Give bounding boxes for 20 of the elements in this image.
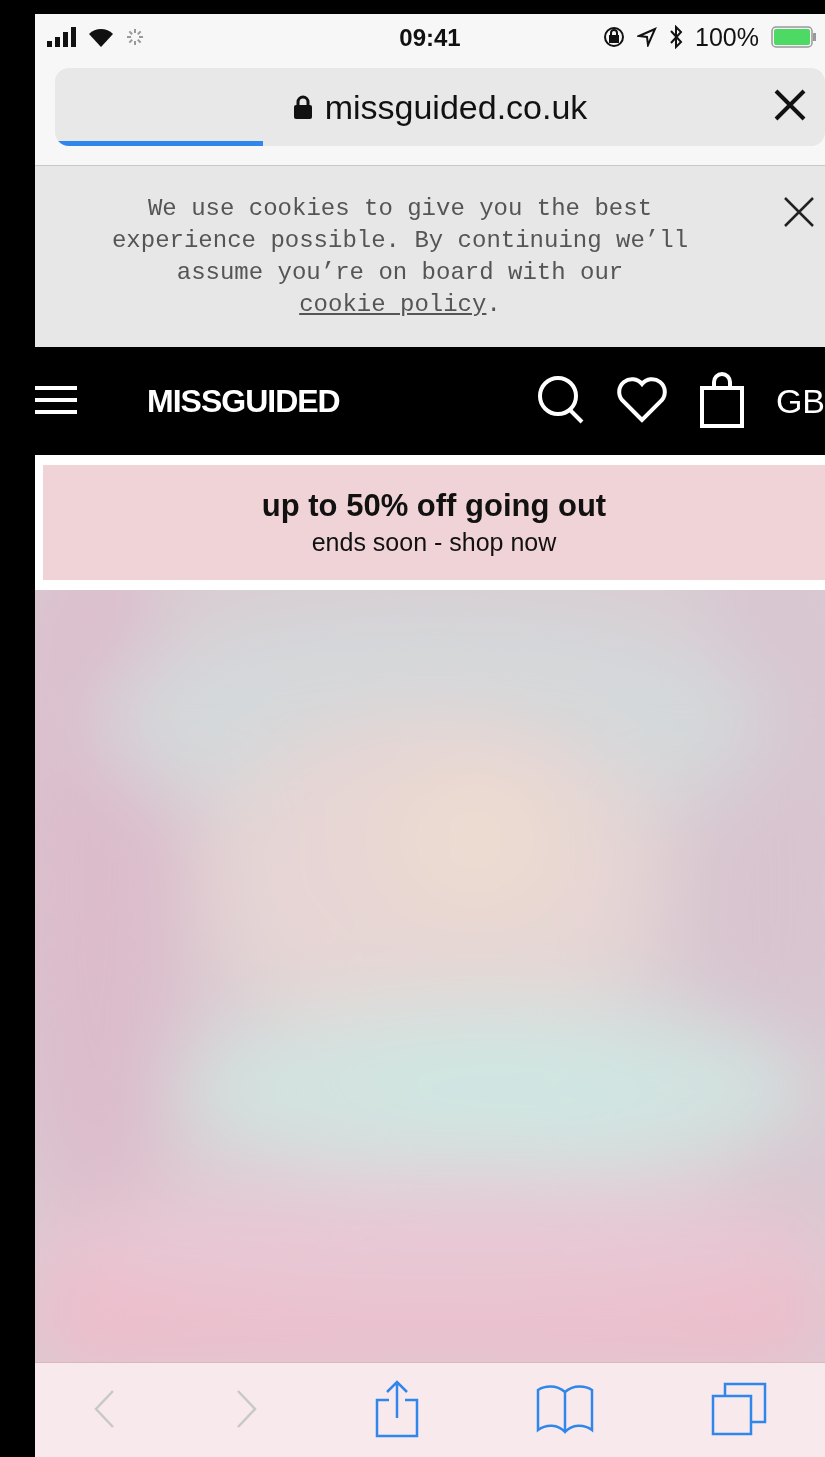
location-icon: [637, 27, 658, 47]
loading-spinner-icon: [125, 27, 145, 47]
promo-subtitle: ends soon - shop now: [311, 528, 557, 557]
battery-icon: [771, 26, 817, 48]
shopping-bag-button[interactable]: [697, 371, 746, 431]
site-logo[interactable]: MISSGUIDED: [147, 381, 340, 421]
lock-icon: [292, 94, 313, 120]
url-text: missguided.co.uk: [324, 87, 588, 127]
cookie-policy-link[interactable]: cookie policy: [299, 290, 487, 318]
cookie-message: We use cookies to give you the best experience possible. By continuing we’ll assume you’re on board with our cookie policy.: [110, 193, 690, 320]
wifi-icon: [87, 26, 115, 48]
battery-percentage: 100%: [695, 22, 759, 52]
bluetooth-icon: [669, 25, 684, 49]
region-label[interactable]: GB: [775, 381, 825, 421]
promo-title: up to 50% off going out: [261, 488, 607, 524]
signal-icon: [47, 27, 77, 47]
promo-banner[interactable]: up to 50% off going out ends soon - shop now: [43, 465, 825, 580]
clock-time: 09:41: [399, 23, 461, 51]
orientation-lock-icon: [603, 26, 626, 48]
address-bar[interactable]: missguided.co.uk: [55, 68, 825, 146]
